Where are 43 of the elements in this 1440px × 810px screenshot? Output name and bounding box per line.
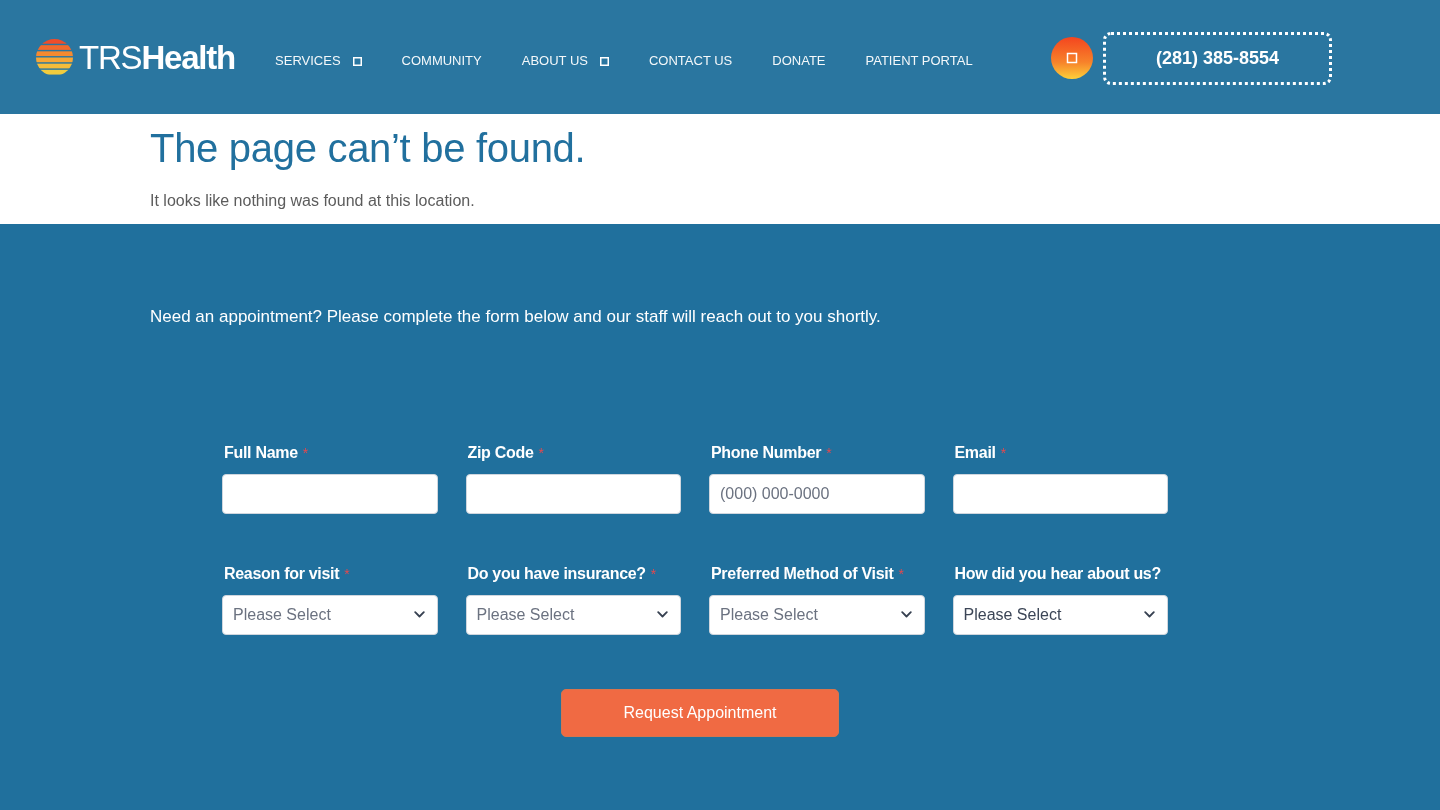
logo-icon [36,38,73,76]
request-appointment-button[interactable]: Request Appointment [561,688,839,737]
nav-link[interactable]: DONATE [772,51,826,71]
nav-link[interactable]: PATIENT PORTAL [865,51,973,71]
square-icon [352,56,362,66]
required-mark: * [302,443,309,463]
intro-text: Need an appointment? Please complete the form below and our staff will reach out to you shortly. [149,306,882,328]
required-mark: * [538,443,544,463]
phone-button[interactable]: (281) 385-8554 [1103,31,1332,85]
square-icon [599,56,609,66]
field-label: Phone Number [711,442,822,463]
field-label: Do you have insurance? [467,563,646,584]
required-mark: * [650,564,657,584]
field-label: How did you hear about us? [954,563,1161,584]
nav-link[interactable]: COMMUNITY [401,51,482,71]
input-field[interactable] [465,473,681,514]
select-field[interactable]: Please Select [222,594,438,635]
required-mark: * [826,443,832,463]
chevron-down-icon [900,611,912,618]
select-field[interactable]: Please Select [709,594,925,635]
input-field[interactable] [222,473,438,514]
required-mark: * [344,564,350,584]
field-label: Reason for visit [224,563,340,584]
field-label: Full Name [224,442,298,463]
required-mark: * [898,564,904,584]
chevron-down-icon [1144,611,1155,618]
field-label: Zip Code [467,442,534,463]
required-mark: * [1000,443,1007,463]
input-field[interactable] [952,473,1168,514]
error-message: It looks like nothing was found at this location. [150,191,476,211]
page-title: The page can’t be found. [150,125,587,172]
select-field[interactable]: Please Select [952,594,1168,635]
chevron-down-icon [657,611,668,618]
input-field[interactable]: (000) 000-0000 [709,473,925,514]
nav-link[interactable]: CONTACT US [648,51,733,71]
disc-icon[interactable] [1051,37,1093,79]
chevron-down-icon [413,611,425,618]
logo-link[interactable]: TRSHealth [36,38,236,76]
field-label: Preferred Method of Visit [711,563,894,584]
field-label: Email [954,442,996,463]
select-field[interactable]: Please Select [465,594,681,635]
nav-link[interactable]: ABOUT US [521,51,609,71]
nav-link[interactable]: SERVICES [275,51,362,71]
